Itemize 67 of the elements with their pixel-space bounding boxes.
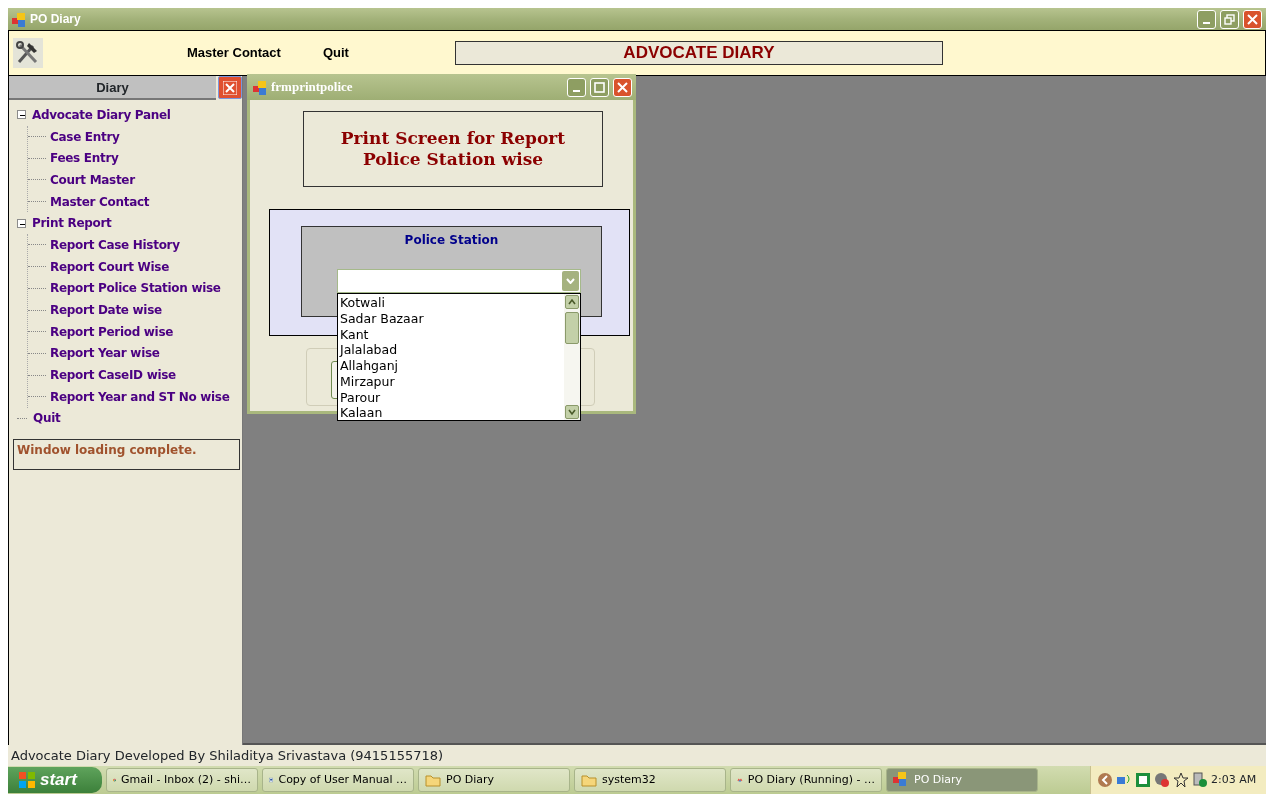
close-icon: [1247, 13, 1258, 25]
folder-icon: [425, 772, 441, 788]
tree-item[interactable]: Report Case History: [50, 235, 180, 254]
minimize-icon: [1203, 21, 1210, 24]
dropdown-option[interactable]: Sadar Bazaar: [338, 309, 430, 326]
close-icon: [617, 81, 628, 93]
app-icon: [12, 12, 26, 27]
tree-item[interactable]: Report Police Station wise: [50, 279, 221, 298]
tree-item[interactable]: Advocate Diary Panel: [32, 105, 171, 124]
tools-icon[interactable]: [13, 38, 43, 68]
dropdown-option[interactable]: Mirzapur: [338, 372, 401, 389]
minimize-button[interactable]: [567, 77, 586, 97]
restore-button[interactable]: [1220, 9, 1239, 29]
app-icon: [893, 772, 909, 788]
taskbar-button[interactable]: system32: [574, 768, 726, 792]
tree-item[interactable]: Quit: [33, 409, 61, 428]
dropdown-option[interactable]: Kant: [338, 325, 375, 342]
tree-item[interactable]: Fees Entry: [50, 149, 119, 168]
clock: 2:03 AM: [1211, 771, 1257, 788]
folder-icon: [581, 772, 597, 788]
dropdown-option[interactable]: Parour: [338, 388, 387, 405]
dropdown-field[interactable]: [337, 269, 581, 293]
tree-item[interactable]: Case Entry: [50, 127, 120, 146]
status-bar-text: Advocate Diary Developed By Shiladitya Srivastava (9415155718): [8, 745, 1266, 766]
tree-item[interactable]: Report CaseID wise: [50, 366, 176, 385]
maximize-button[interactable]: [590, 77, 609, 97]
collapse-icon[interactable]: [17, 110, 26, 120]
menu-item[interactable]: Quit: [322, 43, 349, 63]
dropdown-option[interactable]: Allahganj: [338, 357, 405, 373]
dropdown-option[interactable]: Kotwali: [338, 294, 391, 310]
status-message: Window loading complete.: [13, 439, 240, 471]
tree-item[interactable]: Report Year and ST No wise: [50, 387, 230, 406]
taskbar-button[interactable]: PO Diary (Running) - …: [730, 768, 882, 792]
windows-logo-icon: [18, 771, 36, 789]
minimize-icon: [573, 89, 580, 92]
dropdown-option[interactable]: Jalalabad: [338, 341, 404, 357]
banner-title: ADVOCATE DIARY: [454, 41, 943, 65]
scrollbar[interactable]: [564, 294, 580, 420]
tree-item[interactable]: Report Court Wise: [50, 257, 169, 276]
form-heading: Print Screen for Report Police Station wise: [303, 111, 603, 187]
tree-item[interactable]: Report Period wise: [50, 322, 174, 341]
taskbar-button[interactable]: Copy of User Manual …: [262, 768, 414, 792]
app-icon: [253, 81, 267, 96]
taskbar-button[interactable]: PO Diary: [418, 768, 570, 792]
tree-item[interactable]: Master Contact: [50, 192, 150, 211]
collapse-icon[interactable]: [17, 218, 26, 228]
tree-item[interactable]: Court Master: [50, 170, 135, 189]
tree-item[interactable]: Report Year wise: [50, 344, 160, 363]
child-window-title: frmprintpolice: [271, 78, 353, 97]
restore-icon: [1224, 13, 1235, 25]
scroll-thumb[interactable]: [565, 312, 579, 344]
star-icon[interactable]: [1173, 772, 1189, 788]
minimize-button[interactable]: [1197, 9, 1216, 29]
close-button[interactable]: [218, 76, 242, 99]
sidebar-title: Diary: [9, 76, 216, 100]
maximize-icon: [594, 81, 605, 93]
tree-item[interactable]: Print Report: [32, 214, 112, 233]
tree-item[interactable]: Report Date wise: [50, 301, 162, 320]
close-icon: [223, 80, 237, 95]
taskbar-button[interactable]: Gmail - Inbox (2) - shi…: [106, 768, 258, 792]
start-button[interactable]: start: [8, 767, 102, 793]
blocked-icon[interactable]: [1154, 772, 1170, 788]
download-icon[interactable]: [1135, 772, 1151, 788]
group-title: Police Station: [404, 233, 499, 247]
dropdown-option[interactable]: Kalaan: [338, 404, 389, 420]
window-title: PO Diary: [30, 11, 81, 28]
menu-item[interactable]: Master Contact: [187, 43, 281, 63]
